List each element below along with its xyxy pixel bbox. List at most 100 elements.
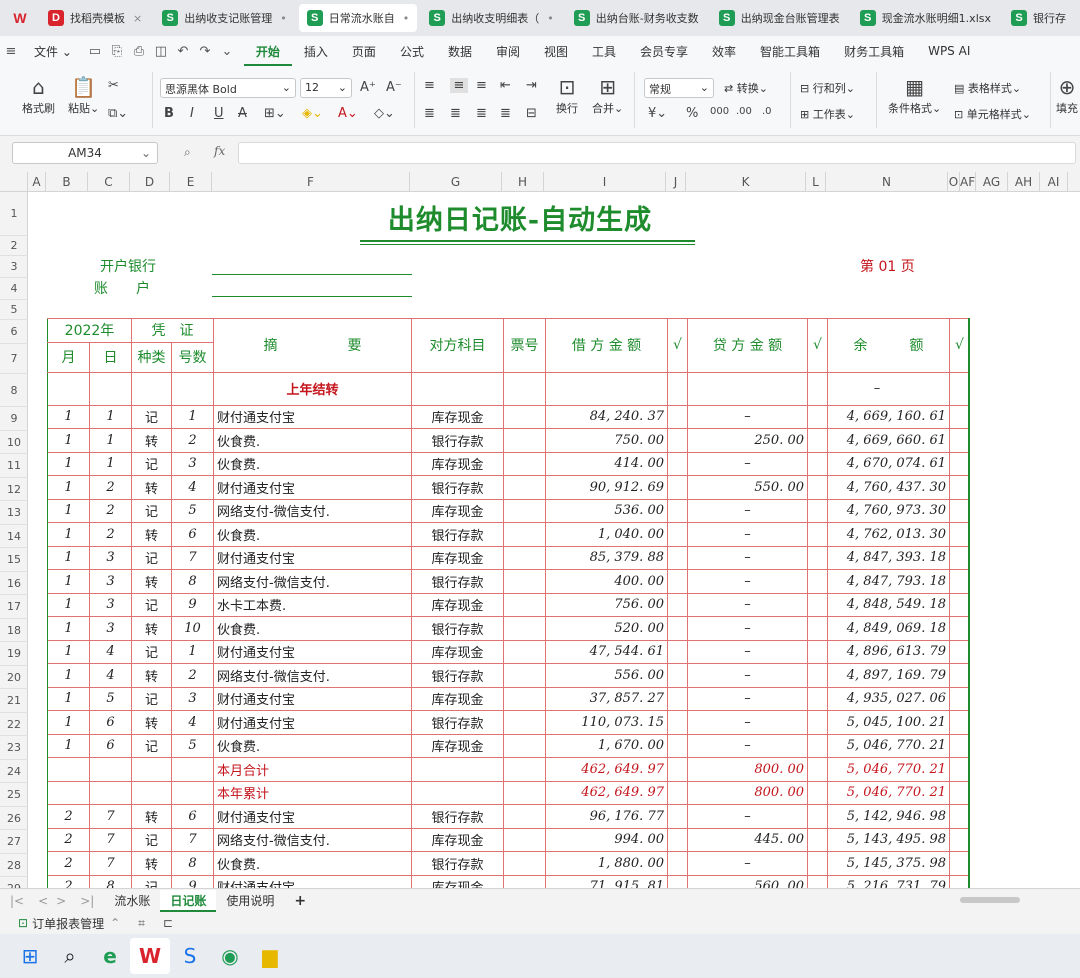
- check-cell[interactable]: [949, 874, 970, 888]
- day-cell[interactable]: 2: [89, 522, 132, 547]
- credit-cell[interactable]: –: [687, 498, 808, 523]
- debit-cell[interactable]: 400. 00: [545, 569, 668, 594]
- cell[interactable]: [667, 757, 688, 782]
- carry-balance[interactable]: –: [827, 371, 950, 406]
- debit-cell[interactable]: 1, 880. 00: [545, 851, 668, 876]
- check-cell[interactable]: [807, 874, 828, 888]
- balance-cell[interactable]: 4, 847, 793. 18: [827, 569, 950, 594]
- day-cell[interactable]: 1: [89, 428, 132, 453]
- credit-cell[interactable]: –: [687, 710, 808, 735]
- file-explorer-icon[interactable]: ▆: [250, 938, 290, 974]
- credit-cell[interactable]: –: [687, 686, 808, 711]
- debit-cell[interactable]: 84, 240. 37: [545, 404, 668, 429]
- account-cell[interactable]: 银行存款: [411, 569, 504, 594]
- month-cell[interactable]: 1: [47, 686, 90, 711]
- ticket-cell[interactable]: [503, 804, 546, 829]
- summary-cell[interactable]: 财付通支付宝: [213, 475, 412, 500]
- ticket-cell[interactable]: [503, 522, 546, 547]
- day-cell[interactable]: 5: [89, 686, 132, 711]
- credit-cell[interactable]: –: [687, 404, 808, 429]
- credit-cell[interactable]: 250. 00: [687, 428, 808, 453]
- bold-icon[interactable]: B: [164, 106, 174, 121]
- account-cell[interactable]: 银行存款: [411, 710, 504, 735]
- cell[interactable]: [667, 371, 688, 406]
- cell[interactable]: [171, 780, 214, 805]
- cell[interactable]: [131, 780, 172, 805]
- cell[interactable]: [131, 371, 172, 406]
- percent-icon[interactable]: %: [686, 106, 698, 121]
- account-cell[interactable]: 银行存款: [411, 804, 504, 829]
- cell[interactable]: [411, 757, 504, 782]
- day-cell[interactable]: 1: [89, 451, 132, 476]
- balance-cell[interactable]: 4, 935, 027. 06: [827, 686, 950, 711]
- doc-tab[interactable]: S 出纳台账-财务收支数: [566, 4, 707, 32]
- row-header[interactable]: 26: [0, 807, 28, 830]
- credit-cell[interactable]: –: [687, 851, 808, 876]
- align-right-icon[interactable]: ≣: [476, 106, 487, 121]
- account-cell[interactable]: 银行存款: [411, 428, 504, 453]
- month-cell[interactable]: 2: [47, 874, 90, 888]
- wechat-icon[interactable]: ◉: [210, 938, 250, 974]
- number-cell[interactable]: 8: [171, 851, 214, 876]
- cell[interactable]: [47, 780, 90, 805]
- balance-cell[interactable]: 4, 762, 013. 30: [827, 522, 950, 547]
- check-cell[interactable]: [949, 827, 970, 852]
- summary-cell[interactable]: 伙食费.: [213, 428, 412, 453]
- number-cell[interactable]: 2: [171, 428, 214, 453]
- check-cell[interactable]: [949, 498, 970, 523]
- credit-cell[interactable]: 550. 00: [687, 475, 808, 500]
- account-cell[interactable]: 库存现金: [411, 404, 504, 429]
- kind-cell[interactable]: 记: [131, 592, 172, 617]
- summary-cell[interactable]: 财付通支付宝: [213, 710, 412, 735]
- kind-cell[interactable]: 转: [131, 475, 172, 500]
- month-cell[interactable]: 2: [47, 827, 90, 852]
- row-header[interactable]: 25: [0, 783, 28, 807]
- cell[interactable]: [503, 780, 546, 805]
- check-cell[interactable]: [667, 733, 688, 758]
- check-cell[interactable]: [949, 616, 970, 641]
- day-cell[interactable]: 7: [89, 851, 132, 876]
- debit-cell[interactable]: 71, 915. 81: [545, 874, 668, 888]
- currency-icon[interactable]: ¥⌄: [648, 106, 667, 121]
- sheet-tab[interactable]: 流水账: [104, 892, 160, 909]
- summary-cell[interactable]: 财付通支付宝: [213, 686, 412, 711]
- kind-cell[interactable]: 记: [131, 451, 172, 476]
- row-header[interactable]: 15: [0, 548, 28, 572]
- check-cell[interactable]: [807, 569, 828, 594]
- check-cell[interactable]: [807, 710, 828, 735]
- number-cell[interactable]: 1: [171, 404, 214, 429]
- account-cell[interactable]: 库存现金: [411, 545, 504, 570]
- row-header[interactable]: 1: [0, 192, 28, 236]
- credit-cell[interactable]: 560. 00: [687, 874, 808, 888]
- wps-logo-icon[interactable]: W: [8, 6, 32, 30]
- debit-cell[interactable]: 750. 00: [545, 428, 668, 453]
- column-header[interactable]: H: [502, 172, 544, 192]
- day-cell[interactable]: 3: [89, 592, 132, 617]
- check-cell[interactable]: [949, 686, 970, 711]
- doc-tab[interactable]: S 日常流水账自 •: [298, 4, 418, 32]
- account-cell[interactable]: 库存现金: [411, 639, 504, 664]
- check-cell[interactable]: [949, 428, 970, 453]
- month-cell[interactable]: 1: [47, 663, 90, 688]
- menu-tab[interactable]: 数据: [436, 43, 484, 60]
- column-header[interactable]: A: [28, 172, 46, 192]
- carry-summary[interactable]: 上年结转: [213, 371, 412, 406]
- cell[interactable]: [503, 371, 546, 406]
- kind-cell[interactable]: 转: [131, 804, 172, 829]
- print-preview-icon[interactable]: ◫: [150, 44, 172, 59]
- ticket-cell[interactable]: [503, 592, 546, 617]
- month-cell[interactable]: 1: [47, 616, 90, 641]
- doc-tab[interactable]: S 现金流水账明细1.xlsx: [852, 4, 999, 32]
- row-header[interactable]: 7: [0, 344, 28, 374]
- menu-tab[interactable]: 公式: [388, 43, 436, 60]
- check-cell[interactable]: [807, 827, 828, 852]
- day-cell[interactable]: 6: [89, 710, 132, 735]
- kind-cell[interactable]: 转: [131, 851, 172, 876]
- row-header[interactable]: 23: [0, 736, 28, 760]
- month-cell[interactable]: 1: [47, 522, 90, 547]
- summary-cell[interactable]: 伙食费.: [213, 451, 412, 476]
- account-cell[interactable]: 库存现金: [411, 686, 504, 711]
- check-cell[interactable]: [949, 663, 970, 688]
- align-middle-icon[interactable]: ≡: [450, 78, 468, 93]
- summary-cell[interactable]: 水卡工本费.: [213, 592, 412, 617]
